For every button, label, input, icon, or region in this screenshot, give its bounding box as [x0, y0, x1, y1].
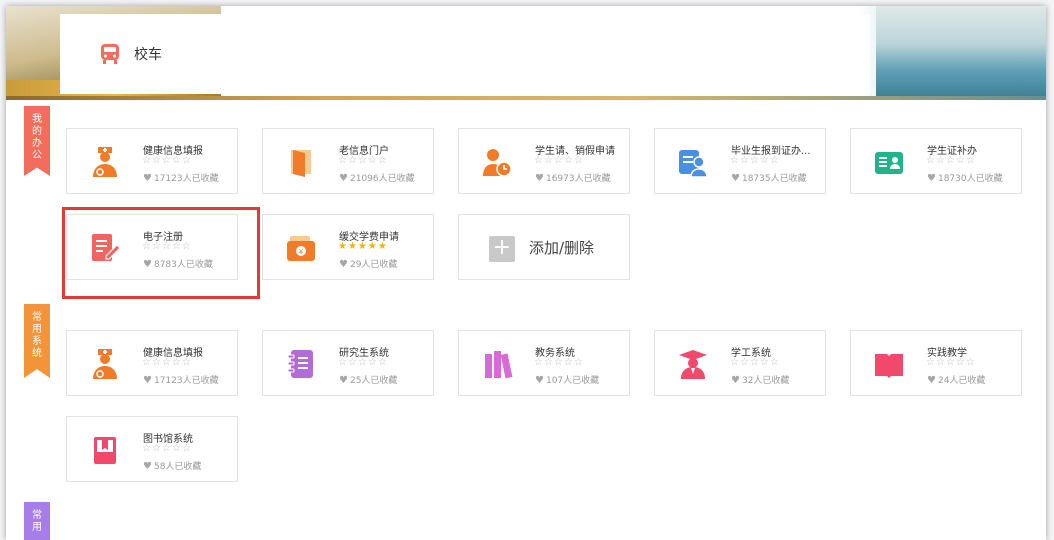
app-card-academic-affairs[interactable]: 教务系统 ☆☆☆☆☆ ♥ 107人已收藏 — [458, 330, 630, 396]
app-card-student-card-reissue[interactable]: 学生证补办 ☆☆☆☆☆ ♥ 18730人已收藏 — [850, 128, 1022, 194]
heart-icon: ♥ — [927, 375, 936, 386]
person-clock-icon — [483, 149, 512, 177]
heart-icon: ♥ — [927, 173, 936, 184]
top-banner: 校车 — [6, 6, 1046, 98]
door-icon — [291, 150, 311, 177]
notebook-icon — [287, 350, 313, 378]
app-card-library-system[interactable]: 图书馆系统 ☆☆☆☆☆ ♥ 58人已收藏 — [66, 416, 238, 482]
favorite-count: ♥ 25人已收藏 — [339, 375, 398, 386]
app-card-practice-teaching[interactable]: 实践教学 ☆☆☆☆☆ ♥ 24人已收藏 — [850, 330, 1022, 396]
favorite-count: ♥ 17123人已收藏 — [143, 173, 219, 184]
rating-stars[interactable]: ☆☆☆☆☆ — [730, 155, 780, 166]
favorite-count: ♥ 17123人已收藏 — [143, 375, 219, 386]
section-ribbon-common: 常用 — [24, 502, 50, 540]
favorite-count: ♥ 18735人已收藏 — [731, 173, 807, 184]
rating-stars[interactable]: ☆☆☆☆☆ — [730, 357, 780, 368]
rating-stars[interactable]: ★★★★★ — [338, 241, 388, 252]
id-card-person-icon — [679, 150, 708, 178]
banner-photo-right — [876, 6, 1046, 98]
heart-icon: ♥ — [143, 461, 152, 472]
banner-strip — [6, 96, 1046, 100]
favorite-count: ♥ 107人已收藏 — [535, 375, 600, 386]
student-card-icon — [875, 152, 903, 174]
app-card-health-report-system[interactable]: 健康信息填报 ☆☆☆☆☆ ♥ 17123人已收藏 — [66, 330, 238, 396]
rating-stars[interactable]: ☆☆☆☆☆ — [534, 357, 584, 368]
app-frame: 校车 我的 办公 常用 系统 常用 健康信息填报 ☆☆☆☆☆ ♥ 17123人已收… — [6, 6, 1046, 540]
doctor-icon — [93, 349, 117, 379]
wallet-icon: ¥ — [287, 236, 315, 261]
doctor-icon — [93, 147, 117, 177]
svg-text:¥: ¥ — [299, 248, 304, 256]
app-card-old-portal[interactable]: 老信息门户 ☆☆☆☆☆ ♥ 21096人已收藏 — [262, 128, 434, 194]
favorite-count: ♥ 32人已收藏 — [731, 375, 790, 386]
favorite-count: ♥ 29人已收藏 — [339, 259, 398, 270]
open-book-icon — [875, 354, 903, 378]
heart-icon: ♥ — [143, 173, 152, 184]
app-card-health-report[interactable]: 健康信息填报 ☆☆☆☆☆ ♥ 17123人已收藏 — [66, 128, 238, 194]
favorite-count: ♥ 16973人已收藏 — [535, 173, 611, 184]
heart-icon: ♥ — [339, 375, 348, 386]
add-remove-button[interactable]: + 添加/删除 — [458, 214, 630, 280]
rating-stars[interactable]: ☆☆☆☆☆ — [142, 443, 192, 454]
highlight-box — [62, 207, 260, 299]
rating-stars[interactable]: ☆☆☆☆☆ — [142, 357, 192, 368]
heart-icon: ♥ — [535, 375, 544, 386]
heart-icon: ♥ — [731, 173, 740, 184]
add-remove-label: 添加/删除 — [529, 239, 595, 257]
app-card-leave-application[interactable]: 学生请、销假申请 ☆☆☆☆☆ ♥ 16973人已收藏 — [458, 128, 630, 194]
rating-stars[interactable]: ☆☆☆☆☆ — [338, 357, 388, 368]
heart-icon: ♥ — [731, 375, 740, 386]
rating-stars[interactable]: ☆☆☆☆☆ — [338, 155, 388, 166]
bus-icon — [101, 44, 119, 64]
section-ribbon-common-systems: 常用 系统 — [24, 304, 50, 378]
heart-icon: ♥ — [339, 259, 348, 270]
books-icon — [485, 351, 513, 379]
favorite-count: ♥ 21096人已收藏 — [339, 173, 415, 184]
favorite-count: ♥ 58人已收藏 — [143, 461, 202, 472]
app-card-graduate-system[interactable]: 研究生系统 ☆☆☆☆☆ ♥ 25人已收藏 — [262, 330, 434, 396]
favorite-count: ♥ 24人已收藏 — [927, 375, 986, 386]
plus-icon: + — [489, 236, 515, 262]
bus-label: 校车 — [134, 47, 162, 63]
section-ribbon-my-office: 我的 办公 — [24, 106, 50, 176]
rating-stars[interactable]: ☆☆☆☆☆ — [534, 155, 584, 166]
heart-icon: ♥ — [535, 173, 544, 184]
heart-icon: ♥ — [339, 173, 348, 184]
rating-stars[interactable]: ☆☆☆☆☆ — [926, 155, 976, 166]
app-card-graduate-certificate[interactable]: 毕业生报到证办... ☆☆☆☆☆ ♥ 18735人已收藏 — [654, 128, 826, 194]
graduate-icon — [679, 350, 707, 379]
app-card-student-affairs[interactable]: 学工系统 ☆☆☆☆☆ ♥ 32人已收藏 — [654, 330, 826, 396]
rating-stars[interactable]: ☆☆☆☆☆ — [926, 357, 976, 368]
school-bus-tab[interactable]: 校车 — [60, 16, 220, 92]
favorite-count: ♥ 18730人已收藏 — [927, 173, 1003, 184]
rating-stars[interactable]: ☆☆☆☆☆ — [142, 155, 192, 166]
library-book-icon — [94, 437, 116, 464]
heart-icon: ♥ — [143, 375, 152, 386]
app-card-tuition-deferral[interactable]: ¥ 缓交学费申请 ★★★★★ ♥ 29人已收藏 — [262, 214, 434, 280]
